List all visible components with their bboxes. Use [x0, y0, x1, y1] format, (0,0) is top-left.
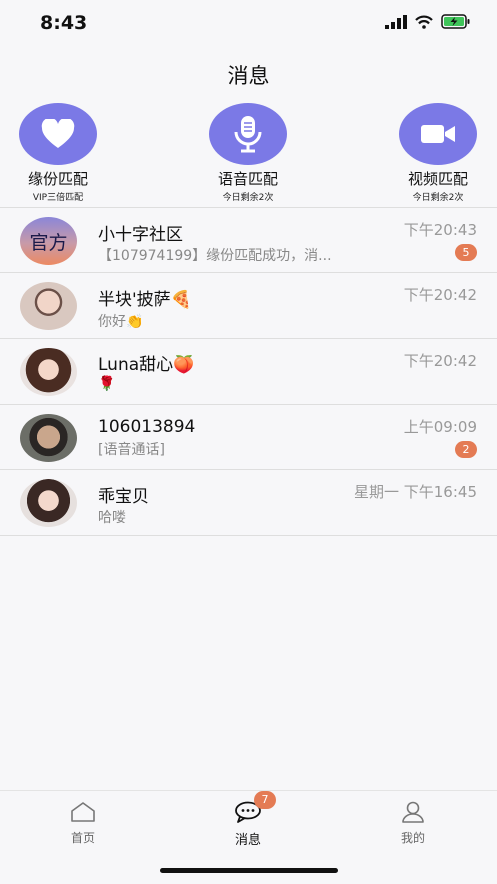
- match-circle[interactable]: [399, 103, 477, 165]
- conversation-item[interactable]: Luna甜心🍑 🌹 下午20:42: [0, 339, 497, 404]
- tab-badge: 7: [254, 791, 276, 809]
- match-circle[interactable]: [209, 103, 287, 165]
- heart-icon: [41, 119, 75, 148]
- conversation-preview: 【107974199】缘份匹配成功，消...: [98, 248, 332, 264]
- tab-label: 首页: [70, 831, 95, 845]
- tab-messages[interactable]: 消息 7: [208, 791, 288, 848]
- status-icons: [385, 14, 471, 29]
- avatar: [20, 348, 77, 396]
- conversation-time: 下午20:42: [403, 352, 477, 370]
- avatar: [20, 479, 77, 527]
- conversation-name: 半块'披萨🍕: [98, 290, 192, 310]
- conversation-time: 上午09:09: [403, 418, 477, 436]
- conversation-item[interactable]: 半块'披萨🍕 你好👏 下午20:42: [0, 273, 497, 338]
- tab-label: 消息: [234, 833, 261, 848]
- tab-label: 我的: [400, 831, 425, 845]
- unread-badge: 5: [455, 244, 477, 261]
- conversation-preview: 🌹: [98, 376, 116, 392]
- microphone-icon: [234, 116, 262, 153]
- match-button-yuanfen[interactable]: 缘份匹配 VIP三倍匹配: [8, 103, 108, 203]
- status-bar: 8:43: [0, 0, 497, 48]
- home-icon: [71, 802, 95, 822]
- conversation-time: 下午20:42: [403, 286, 477, 304]
- conversation-preview: 你好👏: [98, 314, 144, 330]
- conversation-item[interactable]: 官方 小十字社区 【107974199】缘份匹配成功，消... 下午20:43 …: [0, 208, 497, 273]
- conversation-preview: [语音通话]: [98, 442, 165, 458]
- match-sublabel: VIP三倍匹配: [32, 193, 84, 203]
- avatar: 官方: [20, 217, 77, 265]
- tab-home[interactable]: 首页: [43, 801, 123, 846]
- user-icon: [402, 801, 424, 823]
- divider: [0, 535, 497, 536]
- avatar: [20, 414, 77, 462]
- status-time: 8:43: [40, 12, 88, 34]
- conversation-time: 下午20:43: [403, 221, 477, 239]
- conversation-item[interactable]: 106013894 [语音通话] 上午09:09 2: [0, 405, 497, 470]
- match-label: 缘份匹配: [27, 170, 88, 188]
- page-title: 消息: [227, 64, 270, 88]
- tab-profile[interactable]: 我的: [373, 801, 453, 846]
- conversation-name: Luna甜心🍑: [98, 355, 195, 375]
- conversation-name: 106013894: [98, 417, 196, 437]
- match-button-video[interactable]: 视频匹配 今日剩余2次: [388, 103, 488, 203]
- wifi-icon: [415, 15, 433, 29]
- match-circle[interactable]: [19, 103, 97, 165]
- battery-charging-icon: [441, 14, 470, 29]
- home-indicator: [160, 868, 338, 873]
- signal-icon: [385, 14, 407, 29]
- conversation-time: 星期一 下午16:45: [354, 483, 477, 501]
- avatar: [20, 282, 77, 330]
- conversation-item[interactable]: 乖宝贝 哈喽 星期一 下午16:45: [0, 470, 497, 535]
- match-sublabel: 今日剩余2次: [412, 193, 464, 203]
- unread-badge: 2: [455, 441, 477, 458]
- match-button-voice[interactable]: 语音匹配 今日剩余2次: [198, 103, 298, 203]
- video-camera-icon: [421, 125, 455, 143]
- conversation-name: 乖宝贝: [98, 487, 149, 507]
- match-sublabel: 今日剩余2次: [222, 193, 274, 203]
- match-label: 视频匹配: [407, 170, 468, 188]
- conversation-preview: 哈喽: [98, 510, 126, 526]
- match-label: 语音匹配: [217, 170, 278, 188]
- avatar-text: 官方: [29, 231, 68, 254]
- conversation-name: 小十字社区: [98, 225, 183, 245]
